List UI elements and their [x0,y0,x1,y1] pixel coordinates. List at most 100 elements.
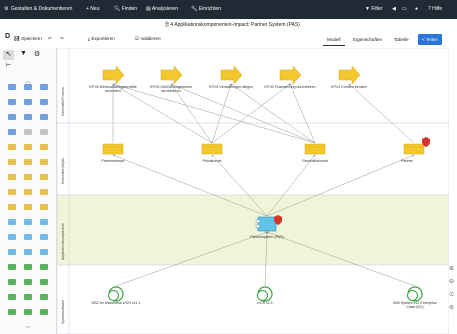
palette-shape-5-0[interactable] [8,159,16,165]
zoom-fit-icon[interactable]: ⊙ [449,291,454,298]
business-object-1[interactable] [102,143,124,155]
process-label-2[interactable]: KP.03 Gilt/Zahlungswesen durchführen [145,85,197,93]
palette-shape-6-2[interactable] [40,174,48,180]
business-object-3[interactable] [304,143,326,155]
palette-shape-10-2[interactable] [40,234,48,240]
palette-shape-3-2[interactable] [40,129,48,135]
collapse-icon[interactable]: ⊢ [6,62,11,69]
menu-neu[interactable]: + Neu [86,6,99,12]
palette-shape-3-1[interactable] [24,129,32,135]
diagram-canvas[interactable]: Geschäfts-Prozess Geschäfts-Objekt Appli… [57,48,449,334]
menu-einrichten-label: Einrichten [198,6,221,12]
validate-button[interactable]: ☑ Validieren [135,36,161,42]
system-label-1[interactable]: DB2 for Mainframe z/OS v11.1 [86,301,146,305]
palette-shape-10-0[interactable] [8,234,16,240]
gear-icon[interactable]: ⚙ [4,6,8,12]
menu-finden[interactable]: 🔍︎ Finden [114,6,137,12]
process-label-5[interactable]: KP.01 Kunden beraten [323,85,375,89]
palette-shape-2-2[interactable] [40,114,48,120]
tab-teilen[interactable]: < Teilen [418,34,442,45]
settings-icon[interactable]: ⚙ [34,50,40,58]
palette-shape-5-2[interactable] [40,159,48,165]
tab-modell[interactable]: Modell [323,34,345,46]
palette-shape-7-0[interactable] [8,189,16,195]
application-label[interactable]: Partnersystem (PAS) [237,235,297,239]
object-label-2[interactable]: Privatkunde [184,159,240,163]
palette-shape-7-2[interactable] [40,189,48,195]
palette-shape-13-0[interactable] [8,279,16,285]
palette-shape-9-1[interactable] [24,219,32,225]
palette-shape-15-0[interactable] [8,309,16,315]
palette-shape-8-0[interactable] [8,204,16,210]
palette-shape-12-0[interactable] [8,264,16,270]
palette-shape-1-0[interactable] [8,99,16,105]
business-object-4[interactable] [403,143,425,155]
tab-tabelle[interactable]: Tabelle [390,34,413,45]
palette-shape-9-2[interactable] [40,219,48,225]
menu-gestalten[interactable]: Gestalten & Dokumentieren [11,6,72,12]
application-component[interactable] [257,216,277,232]
palette-shape-12-2[interactable] [40,264,48,270]
palette-shape-11-0[interactable] [8,249,16,255]
palette-shape-15-2[interactable] [40,309,48,315]
palette-shape-6-0[interactable] [8,174,16,180]
filter-button[interactable]: ▼ Filter [365,6,382,12]
object-label-4[interactable]: Partner [387,159,427,163]
palette-shape-1-2[interactable] [40,99,48,105]
palette-shape-0-2[interactable] [40,84,48,90]
system-label-3[interactable]: IBM System z12 Enterprise Class (EC) [389,301,441,309]
validate-label: Validieren [140,36,161,41]
palette-shape-14-2[interactable] [40,294,48,300]
palette-shape-0-1[interactable] [24,84,32,90]
help-button[interactable]: ? Hilfe [428,6,442,12]
object-label-1[interactable]: Partnerstrasse [85,159,141,163]
process-label-4[interactable]: KP.02 Finanzierung durchführen [264,85,316,89]
palette-shape-13-1[interactable] [24,279,32,285]
palette-shape-2-0[interactable] [8,114,16,120]
process-label-1[interactable]: KP.05 Wertzuwachsgeschäfte anmelden [87,85,139,93]
palette-shape-8-1[interactable] [24,204,32,210]
palette-shape-7-1[interactable] [24,189,32,195]
object-label-3[interactable]: Geschäftskunde [287,159,343,163]
palette-shape-5-1[interactable] [24,159,32,165]
save-button[interactable]: 💾︎ Speichern [14,36,42,42]
back-icon[interactable]: ◀ [392,6,396,12]
palette-shape-14-1[interactable] [24,294,32,300]
business-object-2[interactable] [201,143,223,155]
pointer-icon[interactable]: ↖ [3,50,14,60]
process-label-3[interactable]: KP.04 Verwaltungen tätigen [205,85,257,89]
palette-shape-10-1[interactable] [24,234,32,240]
palette-shape-15-1[interactable] [24,309,32,315]
user-icon[interactable]: ● [415,6,418,12]
chevron-down-icon[interactable]: ﹀ [25,324,31,333]
palette-shape-6-1[interactable] [24,174,32,180]
palette-shape-3-0[interactable] [8,129,16,135]
palette-shape-12-1[interactable] [24,264,32,270]
window-icon[interactable]: ▭ [402,6,407,12]
undo-icon[interactable]: ↶ [48,36,52,42]
export-button[interactable]: ⤓ Exportieren [88,36,115,41]
menu-einrichten[interactable]: 🔧︎ Einrichten [191,6,221,12]
zoom-out-icon[interactable]: ⊖ [449,278,454,285]
palette-shape-1-1[interactable] [24,99,32,105]
zoom-reset-icon[interactable]: ⊚ [449,304,454,311]
palette-shape-4-2[interactable] [40,144,48,150]
palette-shape-9-0[interactable] [8,219,16,225]
funnel-icon[interactable]: ▼ [20,50,27,57]
menu-analysieren[interactable]: ▤ Analysieren [146,6,178,12]
redo-icon[interactable]: ↷ [60,36,64,42]
palette-shape-11-1[interactable] [24,249,32,255]
system-label-2[interactable]: z/OS v1.1 [235,301,295,305]
palette-shape-13-2[interactable] [40,279,48,285]
palette-shape-14-0[interactable] [8,294,16,300]
palette-shape-0-0[interactable] [8,84,16,90]
palette-shape-4-1[interactable] [24,144,32,150]
palette-shape-4-0[interactable] [8,144,16,150]
palette-shapes[interactable] [0,84,56,334]
tab-eigenschaften[interactable]: Eigenschaften [349,34,386,45]
palette-shape-8-2[interactable] [40,204,48,210]
palette-shape-11-2[interactable] [40,249,48,255]
palette-shape-2-1[interactable] [24,114,32,120]
diagram-title: 🗎 4 Applikationskomponenten-Impact: Part… [165,22,300,28]
zoom-in-icon[interactable]: ⊕ [449,265,454,272]
